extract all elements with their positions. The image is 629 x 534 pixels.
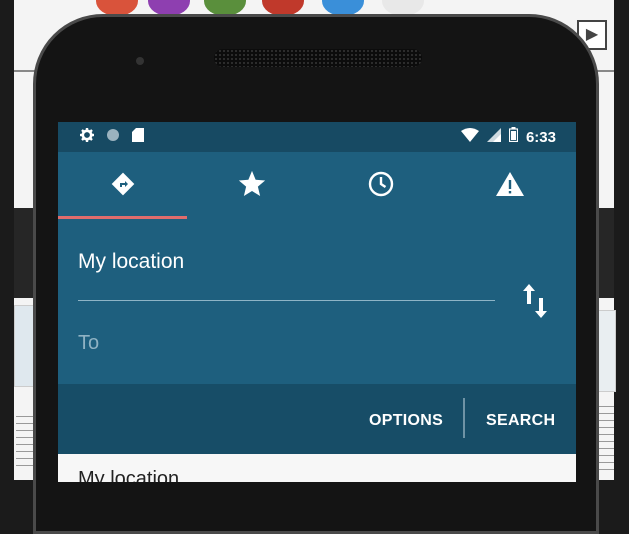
wifi-icon [460, 127, 479, 147]
action-bar: OPTIONS SEARCH [58, 384, 576, 454]
background-divider [596, 70, 614, 72]
earpiece-speaker [214, 49, 422, 67]
field-divider [78, 300, 495, 301]
tab-alerts[interactable] [445, 152, 574, 220]
history-icon [367, 170, 395, 203]
origin-field[interactable]: My location [78, 250, 184, 274]
circle-icon [106, 128, 120, 147]
star-icon [237, 169, 267, 204]
action-divider [463, 398, 465, 438]
tab-favorites[interactable] [187, 152, 316, 220]
destination-field[interactable]: To [78, 332, 99, 355]
search-button[interactable]: SEARCH [486, 412, 555, 430]
tab-bar [58, 152, 576, 222]
front-camera [136, 57, 144, 65]
warning-icon [495, 171, 525, 202]
background-thumbnail [598, 310, 616, 392]
sd-card-icon [132, 128, 144, 147]
background-text [598, 400, 614, 470]
tab-history[interactable] [316, 152, 445, 220]
swap-button[interactable] [520, 282, 550, 322]
directions-icon [110, 171, 136, 202]
tab-selected-indicator [58, 216, 187, 219]
swap-vertical-icon [520, 284, 550, 326]
results-list: My location [58, 454, 576, 482]
status-bar: 6:33 [58, 122, 576, 152]
battery-icon [508, 127, 519, 147]
status-time: 6:33 [525, 128, 556, 146]
tab-directions[interactable] [58, 152, 187, 220]
options-button[interactable]: OPTIONS [369, 412, 443, 430]
cell-signal-icon [486, 127, 501, 147]
settings-icon [80, 128, 94, 147]
app-screen: 6:33 My location To OPTIONS SEARCH My lo… [58, 122, 576, 482]
